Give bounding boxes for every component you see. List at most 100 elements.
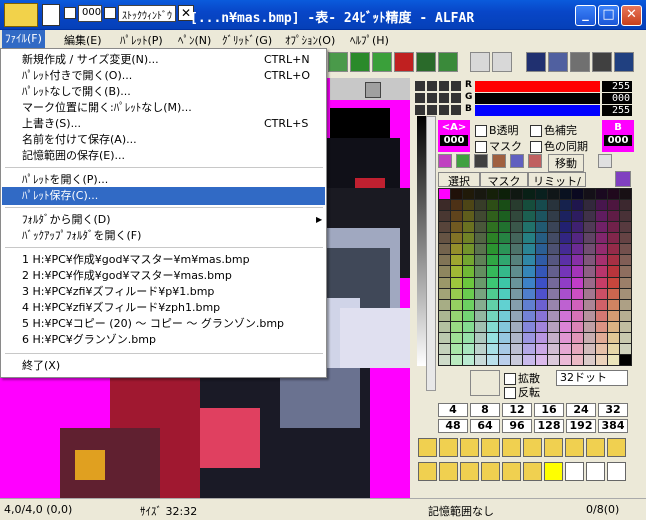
flip-icon[interactable] [523, 438, 542, 457]
palette-swatch[interactable] [607, 277, 619, 288]
palette-swatch[interactable] [475, 321, 487, 332]
palette-swatch[interactable] [571, 222, 583, 233]
palette-swatch[interactable] [607, 266, 619, 277]
palette-swatch[interactable] [487, 277, 499, 288]
palette-swatch[interactable] [499, 189, 511, 200]
palette-swatch[interactable] [583, 211, 595, 222]
palette-swatch[interactable] [607, 321, 619, 332]
palette-swatch[interactable] [499, 255, 511, 266]
palette-swatch[interactable] [547, 343, 559, 354]
palette-swatch[interactable] [607, 354, 619, 365]
palette-swatch[interactable] [487, 343, 499, 354]
palette-icon[interactable] [438, 154, 452, 168]
palette-swatch[interactable] [559, 222, 571, 233]
palette-swatch[interactable] [451, 200, 463, 211]
palette-swatch[interactable] [499, 299, 511, 310]
palette-swatch[interactable] [487, 332, 499, 343]
redo-icon[interactable] [492, 52, 512, 72]
undo-icon[interactable] [470, 52, 490, 72]
hand-icon[interactable] [523, 462, 542, 481]
tab-limit[interactable]: リミット/除 [528, 172, 586, 204]
palette-swatch[interactable] [595, 354, 607, 365]
gradient-icon[interactable] [492, 154, 506, 168]
dot-size-select[interactable]: 32ドット [556, 370, 628, 386]
menu-pen[interactable]: ﾍﾟﾝ(N) [178, 32, 211, 48]
menu-item-save-palette[interactable]: ﾊﾟﾚｯﾄ保存(C)... [2, 187, 325, 205]
minimize-button[interactable]: _ [575, 5, 596, 26]
palette-swatch[interactable] [595, 288, 607, 299]
mix-icon[interactable] [510, 154, 524, 168]
palette-swatch[interactable] [499, 354, 511, 365]
mask-option[interactable]: マスク [475, 138, 522, 154]
palette-swatch[interactable] [619, 354, 631, 365]
palette-swatch[interactable] [439, 244, 451, 255]
palette-swatch[interactable] [547, 288, 559, 299]
palette-swatch[interactable] [559, 277, 571, 288]
palette-swatch[interactable] [571, 266, 583, 277]
palette-swatch[interactable] [475, 343, 487, 354]
palette-swatch[interactable] [607, 332, 619, 343]
b-transparent-option[interactable]: B透明 [475, 122, 519, 138]
palette-swatch[interactable] [607, 200, 619, 211]
g-next-arrow-icon[interactable] [439, 93, 449, 103]
palette-swatch[interactable] [511, 310, 523, 321]
palette-swatch[interactable] [619, 233, 631, 244]
palette-swatch[interactable] [559, 310, 571, 321]
palette-swatch[interactable] [619, 310, 631, 321]
palette-swatch[interactable] [583, 189, 595, 200]
title-bar[interactable]: 000 ｽﾄｯｸｳｨﾝﾄﾞｳ ✕ [...n¥mas.bmp] -表- 24ﾋﾞ… [0, 0, 646, 30]
tile-icon[interactable] [592, 52, 612, 72]
palette-swatch[interactable] [547, 277, 559, 288]
size-button[interactable]: 384 [598, 419, 628, 433]
palette-swatch[interactable] [619, 343, 631, 354]
palette-swatch[interactable] [559, 332, 571, 343]
palette-swatch[interactable] [595, 200, 607, 211]
palette-swatch[interactable] [583, 299, 595, 310]
direction-pad-icon[interactable] [470, 370, 500, 396]
palette-swatch[interactable] [535, 343, 547, 354]
palette-swatch[interactable] [535, 222, 547, 233]
palette-swatch[interactable] [463, 189, 475, 200]
palette-swatch[interactable] [499, 200, 511, 211]
palette-swatch[interactable] [583, 200, 595, 211]
menu-item-exit[interactable]: 終了(X) [2, 357, 325, 375]
tab-mask[interactable]: マスク [480, 172, 528, 188]
shift-up-icon[interactable] [502, 438, 521, 457]
palette-swatch[interactable] [475, 244, 487, 255]
swap-icon[interactable] [456, 154, 470, 168]
palette-swatch[interactable] [511, 266, 523, 277]
palette-swatch[interactable] [511, 288, 523, 299]
palette-swatch[interactable] [463, 244, 475, 255]
palette-swatch[interactable] [583, 277, 595, 288]
g-first-arrow-icon[interactable] [415, 93, 425, 103]
g-slider[interactable] [475, 93, 600, 104]
palette-swatch[interactable] [451, 332, 463, 343]
palette-swatch[interactable] [535, 277, 547, 288]
palette-swatch[interactable] [511, 354, 523, 365]
palette-swatch[interactable] [511, 343, 523, 354]
palette-swatch[interactable] [607, 343, 619, 354]
palette-swatch[interactable] [475, 211, 487, 222]
flip-vertical-icon[interactable] [439, 438, 458, 457]
palette-swatch[interactable] [571, 288, 583, 299]
r-first-arrow-icon[interactable] [415, 81, 425, 91]
spin-icon[interactable] [502, 462, 521, 481]
palette-swatch[interactable] [559, 321, 571, 332]
palette-swatch[interactable] [499, 211, 511, 222]
palette-swatch[interactable] [499, 222, 511, 233]
palette-swatch[interactable] [547, 255, 559, 266]
g-prev-arrow-icon[interactable] [427, 93, 437, 103]
palette-swatch[interactable] [463, 233, 475, 244]
palette-swatch[interactable] [583, 310, 595, 321]
menu-help[interactable]: ﾍﾙﾌﾟ(H) [350, 32, 389, 48]
palette-swatch[interactable] [511, 299, 523, 310]
palette-swatch[interactable] [511, 321, 523, 332]
palette-swatch[interactable] [523, 332, 535, 343]
g-last-arrow-icon[interactable] [451, 93, 461, 103]
r-slider[interactable] [475, 81, 600, 92]
palette-swatch[interactable] [511, 277, 523, 288]
palette-swatch[interactable] [499, 288, 511, 299]
palette-swatch[interactable] [571, 310, 583, 321]
palette-swatch[interactable] [451, 299, 463, 310]
palette-swatch[interactable] [451, 321, 463, 332]
